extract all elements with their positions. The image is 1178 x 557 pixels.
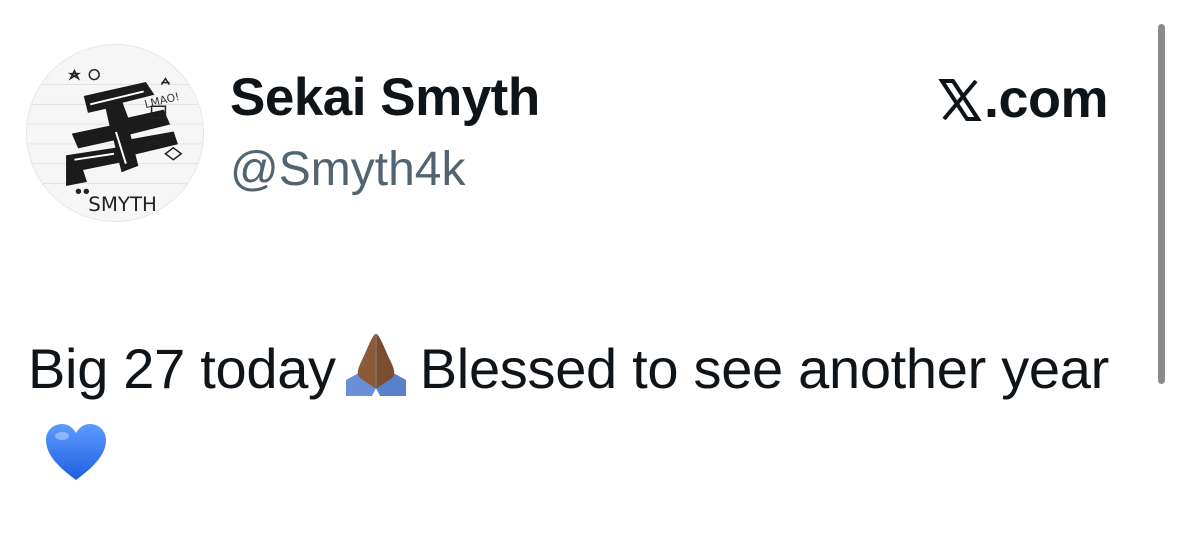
avatar-signature: SMYTH: [88, 193, 157, 216]
avatar[interactable]: LMAO! SMYTH: [26, 44, 204, 222]
tweet-text: Big 27 today Blessed to see another year: [28, 326, 1148, 498]
scrollbar[interactable]: [1158, 24, 1165, 384]
user-handle[interactable]: @Smyth4k: [230, 142, 465, 198]
x-logo-icon: [938, 78, 982, 122]
praying-hands-icon: [342, 330, 410, 396]
tweet-card: LMAO! SMYTH Sekai Smyth @Smyth4k .com Bi…: [0, 0, 1178, 557]
display-name[interactable]: Sekai Smyth: [230, 68, 540, 128]
brand-x-com: .com: [938, 68, 1109, 130]
brand-domain: .com: [984, 69, 1109, 129]
tweet-text-part2: Blessed to see another year: [419, 337, 1110, 400]
blue-heart-icon: [44, 422, 108, 482]
tweet-text-part1: Big 27 today: [28, 337, 336, 400]
sketch-art-avatar: LMAO! SMYTH: [27, 45, 203, 221]
